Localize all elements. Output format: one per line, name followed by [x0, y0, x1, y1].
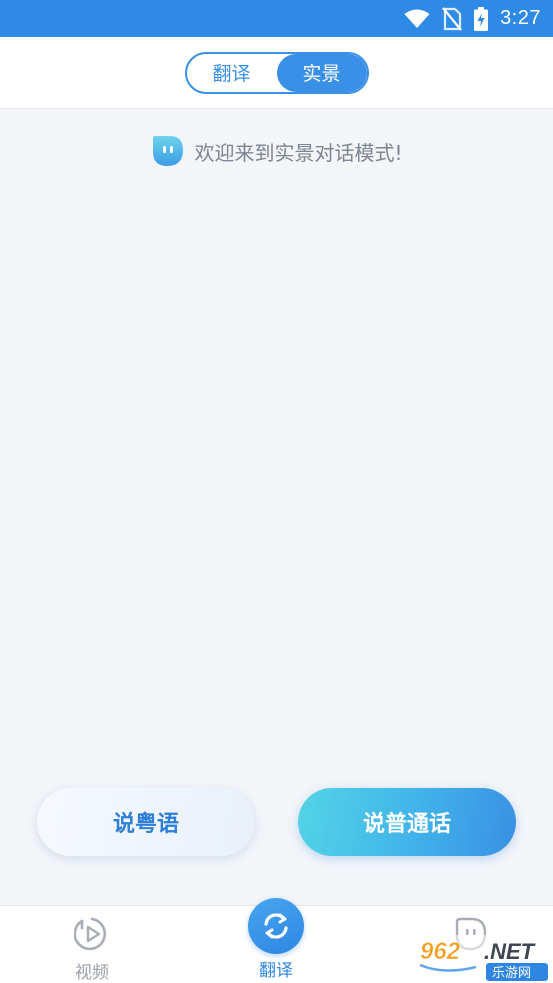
tab-live-scene[interactable]: 实景 [276, 53, 367, 92]
video-play-icon [73, 916, 110, 956]
conversation-area: 欢迎来到实景对话模式! 说粤语 说普通话 [0, 110, 553, 905]
speak-cantonese-button[interactable]: 说粤语 [37, 788, 255, 856]
status-time: 3:27 [500, 7, 541, 29]
status-bar: 3:27 [0, 0, 553, 37]
svg-text:.NET: .NET [484, 939, 536, 964]
refresh-translate-icon [248, 898, 304, 954]
battery-charging-icon [474, 6, 489, 31]
nav-translate[interactable]: 翻译 [236, 898, 316, 983]
no-sim-icon [442, 6, 462, 31]
svg-text:962: 962 [420, 938, 461, 965]
speak-mandarin-button[interactable]: 说普通话 [298, 788, 516, 856]
welcome-message: 欢迎来到实景对话模式! [0, 134, 553, 168]
nav-translate-label: 翻译 [259, 961, 293, 981]
wifi-icon [404, 9, 430, 29]
header: 翻译 实景 [0, 37, 553, 109]
welcome-text: 欢迎来到实景对话模式! [194, 140, 403, 165]
mode-toggle: 翻译 实景 [184, 51, 369, 94]
watermark-logo: 962 .NET 乐游网 [414, 935, 553, 983]
svg-text:乐游网: 乐游网 [492, 966, 531, 981]
bot-face-icon [150, 134, 184, 168]
nav-video[interactable]: 视频 [62, 906, 122, 983]
tab-translate[interactable]: 翻译 [187, 54, 277, 92]
nav-video-label: 视频 [75, 963, 109, 983]
